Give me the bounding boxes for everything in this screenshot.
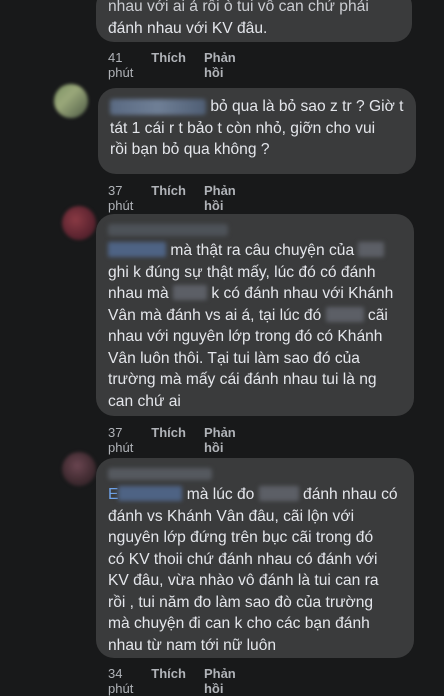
comment-line: rồi , tui năm đo làm sao đò của trường [108,593,374,611]
comment-text: E mà lúc đo đánh nhau có đánh vs Khánh V… [108,484,402,656]
like-button[interactable]: Thích [151,183,186,213]
like-button[interactable]: Thích [151,50,186,80]
tagged-name-redacted[interactable] [118,486,183,501]
name-redacted [173,285,208,300]
name-redacted [358,242,385,257]
comment-actions: 37 phút Thích Phản hồi [108,183,236,213]
comment-line: đánh nhau có [298,486,398,503]
timestamp[interactable]: 37 phút [108,425,133,455]
name-redacted [258,486,299,501]
comment-text: bỏ qua là bỏ sao z tr ? Giờ t tát 1 cái … [110,96,404,161]
comment-line: đánh nhau với KV đâu. [108,19,268,37]
comment-line: có KV thoii chứ đánh nhau có đánh với [108,550,378,568]
comment-line: nhau với ai ả rồi ò tui vô can chứ phải [108,0,369,15]
tagged-name-redacted[interactable] [108,242,166,257]
timestamp[interactable]: 37 phút [108,183,133,213]
comment-line: KV đâu, vừa nhào vô đánh là tui can ra [108,572,379,589]
tagged-name-redacted[interactable] [110,98,206,115]
comment-line: nguyên lớp đứng trên bục cãi trong đó [108,529,374,546]
comment-line: mà thật ra câu chuyện của [170,242,359,259]
comment-line: k có đánh nhau với Khánh [207,285,394,302]
name-redacted [325,306,364,322]
comment-text: mà thật ra câu chuyện của ghi k đúng sự … [108,240,402,412]
tagged-name-initial[interactable]: E [108,486,118,503]
reply-button[interactable]: Phản hồi [204,50,236,80]
avatar[interactable] [54,84,88,118]
comment-actions: 41 phút Thích Phản hồi [108,50,236,80]
comment-line: tát 1 cái r t bảo t còn nhỏ, giỡn cho vu… [110,119,376,137]
comment-line: mà lúc đo [182,486,259,503]
reply-button[interactable]: Phản hồi [204,425,236,455]
comment-line: nhau từ nam tới nữ luôn [108,636,277,654]
comment-text: nhau với ai ả rồi ò tui vô can chứ phải … [108,0,400,39]
author-name-redacted[interactable] [108,223,228,236]
comment-bubble: mà thật ra câu chuyện của ghi k đúng sự … [96,214,414,416]
comment-line: nhau mà [108,285,174,302]
comment-line: đánh vs Khánh Vân đâu, cãi lộn với [108,507,355,525]
comment-actions: 37 phút Thích Phản hồi [108,425,236,455]
timestamp[interactable]: 41 phút [108,50,133,80]
comment-line: bỏ qua là bỏ sao z tr ? Giờ t [206,98,404,115]
comment-actions: 34 phút Thích Phản hồi [108,666,236,696]
comment-line: Vân luôn thôi. Tại tui làm sao đó của [108,349,360,367]
avatar[interactable] [62,206,96,240]
comment-line: mà chuyện đi can k cho các bạn đánh [108,615,370,632]
comment-bubble: bỏ qua là bỏ sao z tr ? Giờ t tát 1 cái … [98,88,416,174]
comment-bubble: E mà lúc đo đánh nhau có đánh vs Khánh V… [96,458,414,658]
author-name-redacted[interactable] [108,467,212,480]
comment-line: ghi k đúng sự thật mấy, lúc đó có đánh [108,263,376,281]
comment-line: can chứ ai [108,392,181,410]
reply-button[interactable]: Phản hồi [204,183,236,213]
like-button[interactable]: Thích [151,666,186,696]
comment-line: cãi [363,306,388,324]
comment-line: rồi bạn bỏ qua không ? [110,141,270,158]
comment-line: nhau với nguyên lớp trong đó có Khánh [108,328,383,345]
like-button[interactable]: Thích [151,425,186,455]
comment-line: trường mà mấy cái đánh nhau tui là ng [108,371,377,388]
avatar[interactable] [62,452,96,486]
comment-line: Vân mà đánh vs ai á, tại lúc đó [108,306,326,324]
comment-bubble: nhau với ai ả rồi ò tui vô can chứ phải … [96,0,412,42]
reply-button[interactable]: Phản hồi [204,666,236,696]
timestamp[interactable]: 34 phút [108,666,133,696]
